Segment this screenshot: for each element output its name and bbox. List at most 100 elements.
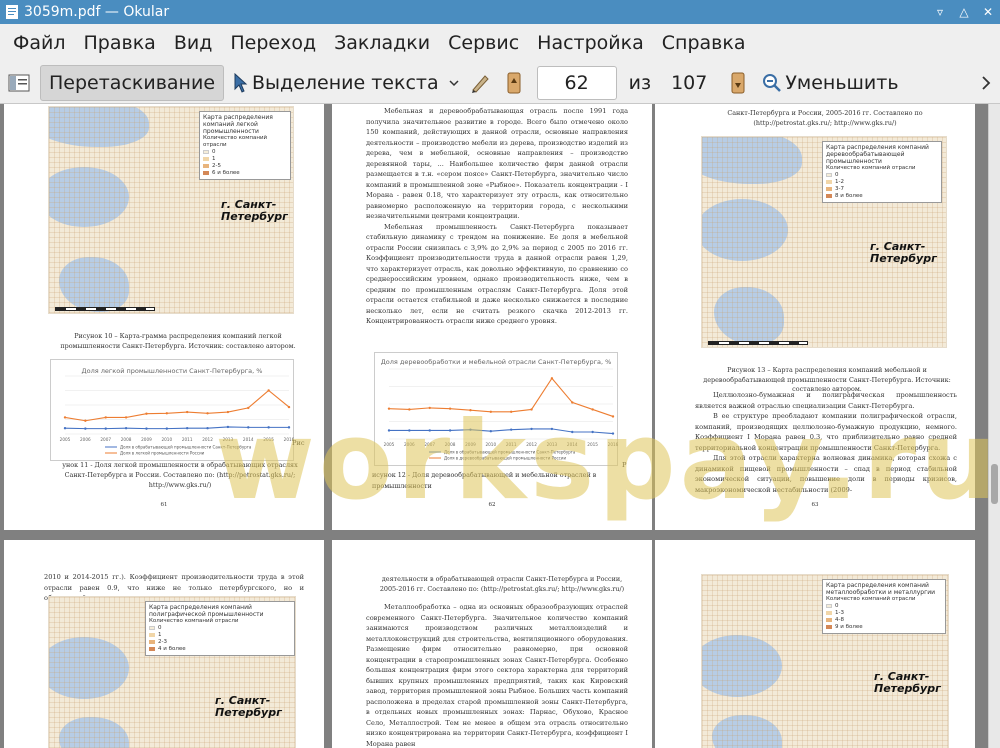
series-line <box>64 426 289 430</box>
legend-title: Количество компаний отрасли <box>149 618 239 624</box>
page-62: Мебельная и деревообрабатывающая отрасль… <box>332 104 652 530</box>
legend-item: 1-3 <box>826 610 942 617</box>
map-title: Карта распределения компаний деревообраб… <box>826 144 929 165</box>
legend-item: 0 <box>826 603 942 610</box>
data-point <box>448 407 452 410</box>
paragraph: Целлюлозно-бумажная и полиграфическая пр… <box>695 391 957 410</box>
page-text: Металлообработка – одна из основных обра… <box>366 602 628 748</box>
data-point <box>206 412 209 415</box>
chart-light-industry: Доля легкой промышленности Санкт-Петербу… <box>50 359 295 461</box>
city-label: г. Санкт-Петербург <box>221 198 288 223</box>
toolbar-overflow-icon[interactable] <box>978 68 994 98</box>
menu-settings[interactable]: Настройка <box>528 32 653 54</box>
menu-edit[interactable]: Правка <box>75 32 165 54</box>
data-point <box>63 416 67 419</box>
menu-tools[interactable]: Сервис <box>439 32 528 54</box>
x-tick-label: 2014 <box>567 442 578 447</box>
close-icon[interactable]: ✕ <box>976 5 1000 19</box>
x-tick-label: 2008 <box>445 442 456 447</box>
data-point <box>287 405 291 409</box>
menu-file[interactable]: Файл <box>4 32 75 54</box>
paragraph: Для этой отрасли характерна волновая дин… <box>695 454 957 494</box>
data-point <box>165 412 169 415</box>
x-tick-label: 2008 <box>121 437 132 442</box>
x-tick-label: 2006 <box>404 442 415 447</box>
menu-go[interactable]: Переход <box>221 32 325 54</box>
page-text: Целлюлозно-бумажная и полиграфическая пр… <box>695 390 957 495</box>
data-point <box>267 389 270 392</box>
data-point <box>124 416 128 419</box>
legend-item: 2-3 <box>149 639 291 646</box>
zoom-out-icon[interactable] <box>761 68 783 98</box>
of-label: из <box>628 71 652 94</box>
legend-item: 1 <box>149 632 291 639</box>
city-label: г. Санкт-Петербург <box>215 694 282 719</box>
legend-item: 0 <box>149 625 291 632</box>
scale-bar <box>55 307 155 311</box>
legend-item: 0 <box>203 149 287 156</box>
minimize-icon[interactable]: ▿ <box>928 5 952 19</box>
data-point <box>611 415 615 418</box>
data-point <box>530 408 533 411</box>
data-point <box>124 427 128 430</box>
paragraph: Мебельная и деревообрабатывающая отрасль… <box>366 107 628 220</box>
x-tick-label: 2009 <box>141 437 152 442</box>
zoom-out-button[interactable]: Уменьшить <box>783 65 906 101</box>
page-text: Мебельная и деревообрабатывающая отрасль… <box>366 106 628 327</box>
chevron-down-icon[interactable] <box>447 68 461 98</box>
data-point <box>84 419 87 422</box>
menu-help[interactable]: Справка <box>653 32 755 54</box>
data-point <box>226 425 230 429</box>
data-point <box>185 427 189 430</box>
data-point <box>247 426 250 429</box>
annotation-pen-icon[interactable] <box>465 68 495 98</box>
map-legend: Карта распределения компаний легкой пром… <box>199 111 291 180</box>
x-tick-label: 2005 <box>384 442 395 447</box>
series-line <box>388 377 614 417</box>
series-line <box>64 389 290 422</box>
data-point <box>448 429 452 432</box>
data-point <box>469 409 472 412</box>
maximize-icon[interactable]: △ <box>952 5 976 19</box>
map-title: Карта распределения компаний металлообра… <box>826 582 936 596</box>
data-point <box>550 427 554 431</box>
data-point <box>206 427 209 430</box>
data-point <box>387 429 391 432</box>
legend-label: Доля в обрабатывающей промышленности Сан… <box>120 445 252 450</box>
x-tick-label: 2012 <box>202 437 213 442</box>
data-point <box>165 427 169 430</box>
previous-page-icon[interactable] <box>499 68 529 98</box>
data-point <box>287 426 291 429</box>
page-number: 63 <box>811 501 819 508</box>
page-65: деятельности в обрабатывающей отрасли Са… <box>332 540 652 748</box>
text-select-tool-button[interactable]: Выделение текста <box>250 65 447 101</box>
data-point <box>509 428 513 431</box>
drag-tool-button[interactable]: Перетаскивание <box>40 64 225 101</box>
data-point <box>550 377 554 380</box>
page-tail-label: Р <box>622 461 627 469</box>
data-point <box>84 427 87 430</box>
cursor-icon <box>232 68 250 98</box>
vertical-scrollbar[interactable] <box>988 104 1000 748</box>
data-point <box>104 416 107 419</box>
scrollbar-thumb[interactable] <box>991 464 998 504</box>
legend-item: 9 и более <box>826 624 942 631</box>
document-view[interactable]: Карта распределения компаний легкой пром… <box>0 104 988 748</box>
legend-item: 4-8 <box>826 617 942 624</box>
map-legend: Карта распределения компаний деревообраб… <box>822 141 942 203</box>
x-tick-label: 2010 <box>161 437 172 442</box>
sidebar-toggle-icon[interactable] <box>4 68 34 98</box>
page-number: 62 <box>488 501 496 508</box>
next-page-icon[interactable] <box>723 68 753 98</box>
data-point <box>247 406 250 410</box>
page-number-input[interactable] <box>536 65 617 100</box>
menu-view[interactable]: Вид <box>165 32 222 54</box>
data-point <box>428 429 431 432</box>
data-point <box>267 426 270 429</box>
page-tail-label: Рис <box>292 439 305 447</box>
data-point <box>571 430 574 434</box>
data-point <box>591 430 594 434</box>
page-66: Карта распределения компаний металлообра… <box>655 540 975 748</box>
menu-bookmarks[interactable]: Закладки <box>325 32 439 54</box>
x-tick-label: 2015 <box>263 437 274 442</box>
